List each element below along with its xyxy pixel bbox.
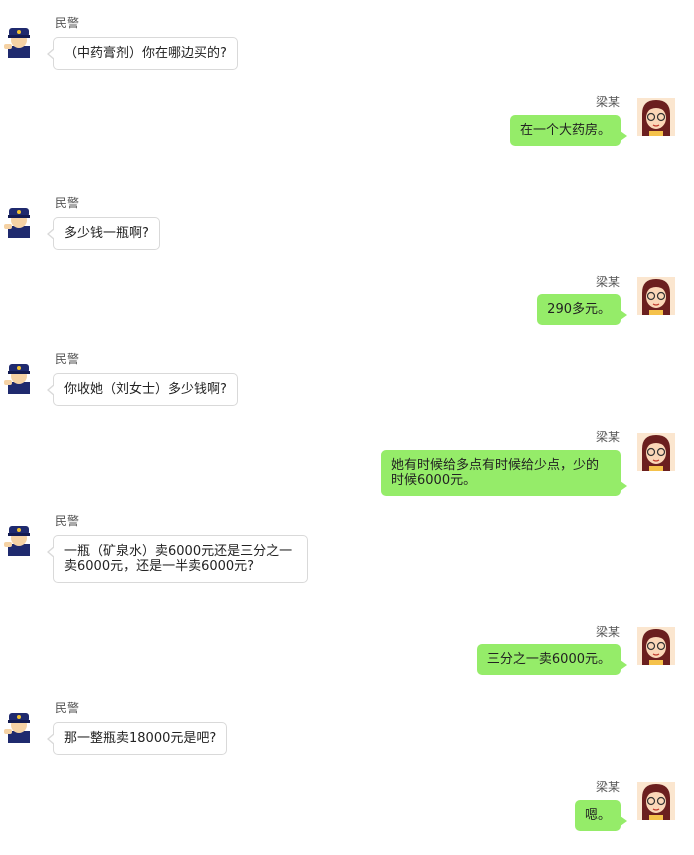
sender-name: 梁某	[595, 430, 620, 444]
sender-name: 民警	[55, 352, 80, 366]
bubble-tail	[620, 310, 627, 320]
message-text: （中药膏剂）你在哪边买的?	[64, 46, 227, 61]
girl-avatar-icon[interactable]	[637, 433, 675, 471]
message-bubble[interactable]: 多少钱一瓶啊?	[47, 217, 160, 250]
message-text: 在一个大药房。	[519, 123, 611, 138]
bubble-tail	[620, 660, 627, 670]
message-bubble[interactable]: 你收她（刘女士）多少钱啊?	[47, 373, 238, 406]
message-bubble[interactable]: 290多元。	[537, 294, 627, 325]
police-avatar-icon[interactable]	[0, 705, 38, 743]
police-avatar-icon[interactable]	[0, 20, 38, 58]
sender-name: 梁某	[595, 780, 620, 794]
police-avatar-icon[interactable]	[0, 518, 38, 556]
girl-avatar-icon[interactable]	[637, 98, 675, 136]
sender-name: 民警	[55, 196, 80, 210]
message-text: 一瓶（矿泉水）卖6000元还是三分之一卖6000元，还是一半卖6000元?	[64, 544, 293, 574]
message-bubble[interactable]: 她有时候给多点有时候给少点，少的时候6000元。	[381, 450, 627, 496]
bubble-tail	[620, 131, 627, 141]
message-bubble[interactable]: 嗯。	[574, 800, 627, 831]
message-text: 多少钱一瓶啊?	[64, 226, 149, 241]
message-bubble[interactable]: 在一个大药房。	[509, 115, 627, 146]
bubble-tail	[620, 816, 627, 826]
message-text: 三分之一卖6000元。	[486, 652, 611, 667]
sender-name: 民警	[55, 701, 80, 715]
police-avatar-icon[interactable]	[0, 356, 38, 394]
message-bubble[interactable]: 一瓶（矿泉水）卖6000元还是三分之一卖6000元，还是一半卖6000元?	[47, 535, 308, 583]
sender-name: 梁某	[595, 625, 620, 639]
message-text: 她有时候给多点有时候给少点，少的时候6000元。	[391, 458, 600, 488]
message-text: 290多元。	[547, 302, 611, 317]
bubble-tail	[620, 481, 627, 491]
girl-avatar-icon[interactable]	[637, 277, 675, 315]
message-text: 你收她（刘女士）多少钱啊?	[64, 382, 227, 397]
message-bubble[interactable]: 那一整瓶卖18000元是吧?	[46, 722, 228, 755]
message-bubble[interactable]: （中药膏剂）你在哪边买的?	[47, 37, 238, 70]
police-avatar-icon[interactable]	[0, 200, 38, 238]
message-text: 嗯。	[584, 808, 611, 823]
girl-avatar-icon[interactable]	[637, 782, 675, 820]
sender-name: 民警	[55, 16, 80, 30]
message-bubble[interactable]: 三分之一卖6000元。	[476, 644, 627, 675]
girl-avatar-icon[interactable]	[637, 627, 675, 665]
sender-name: 梁某	[595, 275, 620, 289]
sender-name: 梁某	[595, 95, 620, 109]
sender-name: 民警	[55, 514, 80, 528]
message-text: 那一整瓶卖18000元是吧?	[64, 731, 217, 746]
